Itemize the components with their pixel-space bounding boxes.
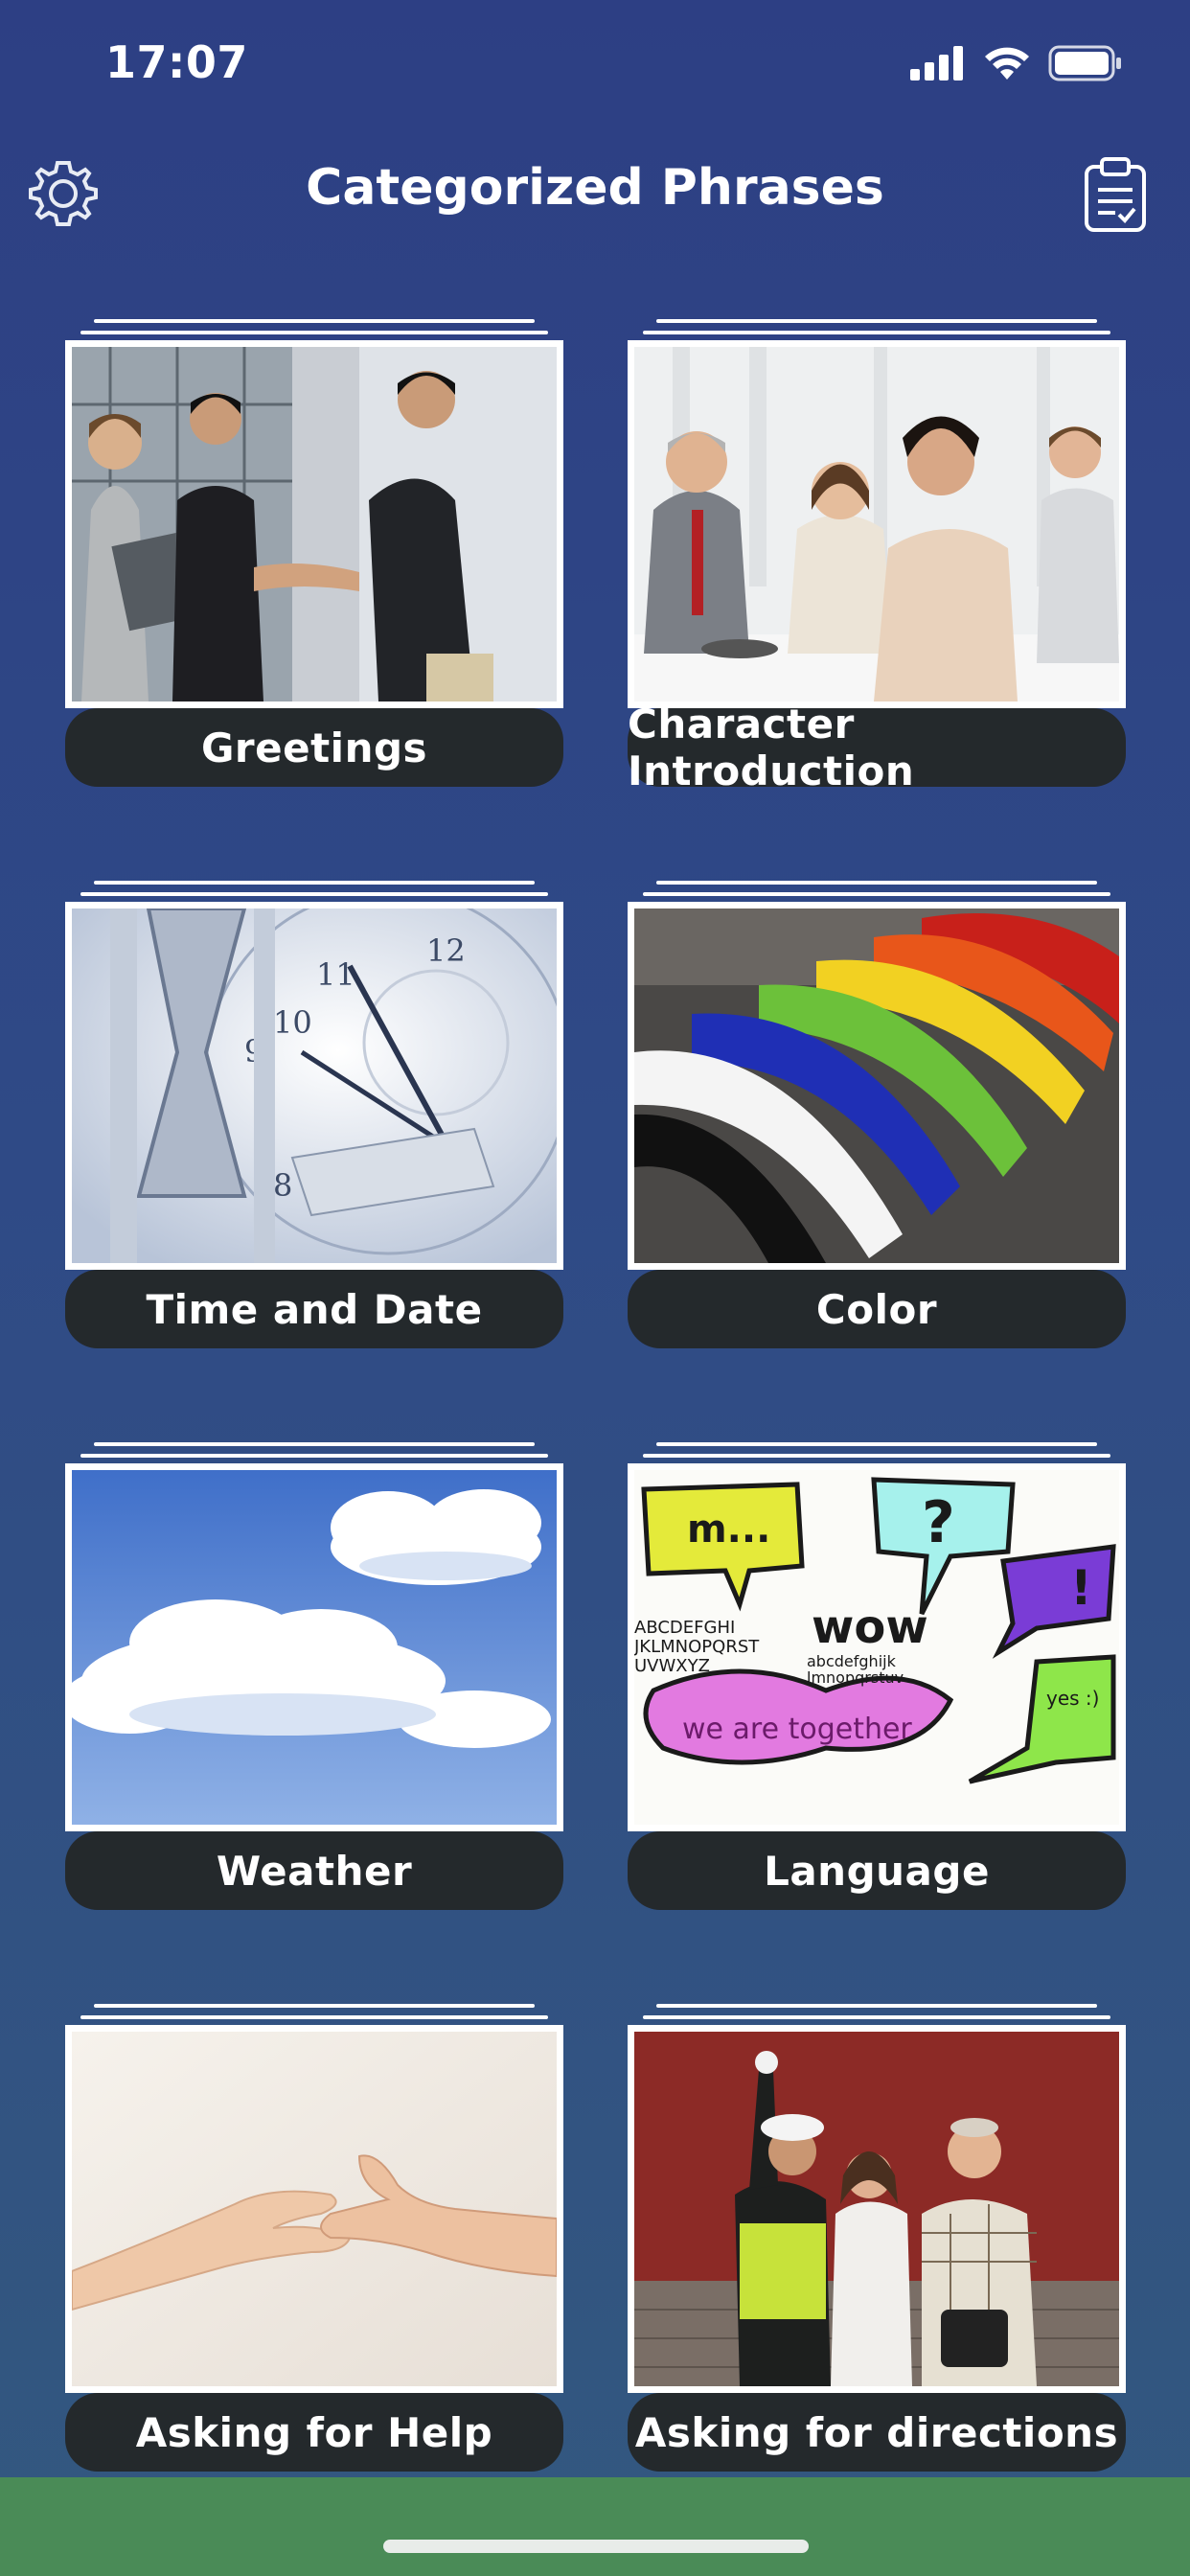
stack-line — [94, 2004, 535, 2008]
stack-line — [80, 331, 548, 334]
stack-line — [643, 892, 1110, 896]
asking-for-directions-image — [628, 2025, 1126, 2393]
svg-text:ABCDEFGHI: ABCDEFGHI — [634, 1618, 735, 1638]
svg-text:?: ? — [922, 1489, 955, 1556]
clipboard-icon — [1085, 157, 1146, 232]
stack-line — [656, 2004, 1097, 2008]
status-time: 17:07 — [105, 36, 248, 88]
svg-text:11: 11 — [316, 956, 355, 993]
home-indicator[interactable] — [383, 2540, 809, 2553]
category-label: Time and Date — [65, 1270, 563, 1348]
category-label: Weather — [65, 1831, 563, 1910]
svg-text:10: 10 — [273, 1004, 312, 1041]
category-label: Language — [628, 1831, 1126, 1910]
nav-bar: Categorized Phrases — [0, 134, 1190, 249]
stack-line — [80, 892, 548, 896]
page-title: Categorized Phrases — [306, 159, 884, 217]
category-card-greetings[interactable]: Greetings — [65, 319, 563, 789]
wifi-icon — [985, 47, 1029, 80]
svg-text:yes :): yes :) — [1046, 1687, 1099, 1710]
stack-line — [656, 881, 1097, 885]
weather-image — [65, 1463, 563, 1831]
stack-line — [656, 319, 1097, 323]
category-label: Greetings — [65, 708, 563, 787]
stack-line — [80, 1454, 548, 1458]
svg-text:lmnopqrstuv: lmnopqrstuv — [807, 1668, 904, 1687]
category-card-asking-for-directions[interactable]: Asking for directions — [628, 2004, 1126, 2473]
category-card-time-and-date[interactable]: 11121098 Time and Date — [65, 881, 563, 1350]
language-image: m... ? ! wow ABCDEFGHI JKLMNOPQRST UVWXY… — [628, 1463, 1126, 1831]
category-card-color[interactable]: Color — [628, 881, 1126, 1350]
battery-icon — [1048, 45, 1121, 81]
category-card-character-introduction[interactable]: Character Introduction — [628, 319, 1126, 794]
color-image — [628, 902, 1126, 1270]
stack-line — [94, 1442, 535, 1446]
category-card-asking-for-help[interactable]: Asking for Help — [65, 2004, 563, 2473]
category-label: Asking for Help — [65, 2393, 563, 2472]
svg-text:8: 8 — [273, 1167, 292, 1204]
status-bar: 17:07 — [0, 0, 1190, 125]
asking-for-help-image — [65, 2025, 563, 2393]
category-label: Color — [628, 1270, 1126, 1348]
character-introduction-image — [628, 340, 1126, 708]
svg-text:wow: wow — [812, 1600, 928, 1654]
cellular-signal-icon — [910, 46, 963, 80]
svg-text:JKLMNOPQRST: JKLMNOPQRST — [634, 1637, 760, 1657]
svg-text:12: 12 — [426, 932, 466, 969]
stack-line — [656, 1442, 1097, 1446]
category-card-weather[interactable]: Weather — [65, 1442, 563, 1912]
clipboard-button[interactable] — [1077, 153, 1154, 234]
stack-line — [94, 319, 535, 323]
stack-line — [643, 1454, 1110, 1458]
stack-line — [643, 2015, 1110, 2019]
svg-text:m...: m... — [687, 1507, 770, 1552]
status-icons — [910, 44, 1123, 82]
svg-text:we are together: we are together — [682, 1713, 912, 1746]
stack-line — [94, 881, 535, 885]
category-label: Asking for directions — [628, 2393, 1126, 2472]
stack-line — [643, 331, 1110, 334]
time-and-date-image: 11121098 — [65, 902, 563, 1270]
svg-text:!: ! — [1070, 1560, 1092, 1616]
category-label: Character Introduction — [628, 701, 1126, 794]
greetings-image — [65, 340, 563, 708]
stack-line — [80, 2015, 548, 2019]
category-card-language[interactable]: m... ? ! wow ABCDEFGHI JKLMNOPQRST UVWXY… — [628, 1442, 1126, 1912]
svg-text:UVWXYZ: UVWXYZ — [634, 1656, 710, 1676]
bottom-bar — [0, 2477, 1190, 2576]
